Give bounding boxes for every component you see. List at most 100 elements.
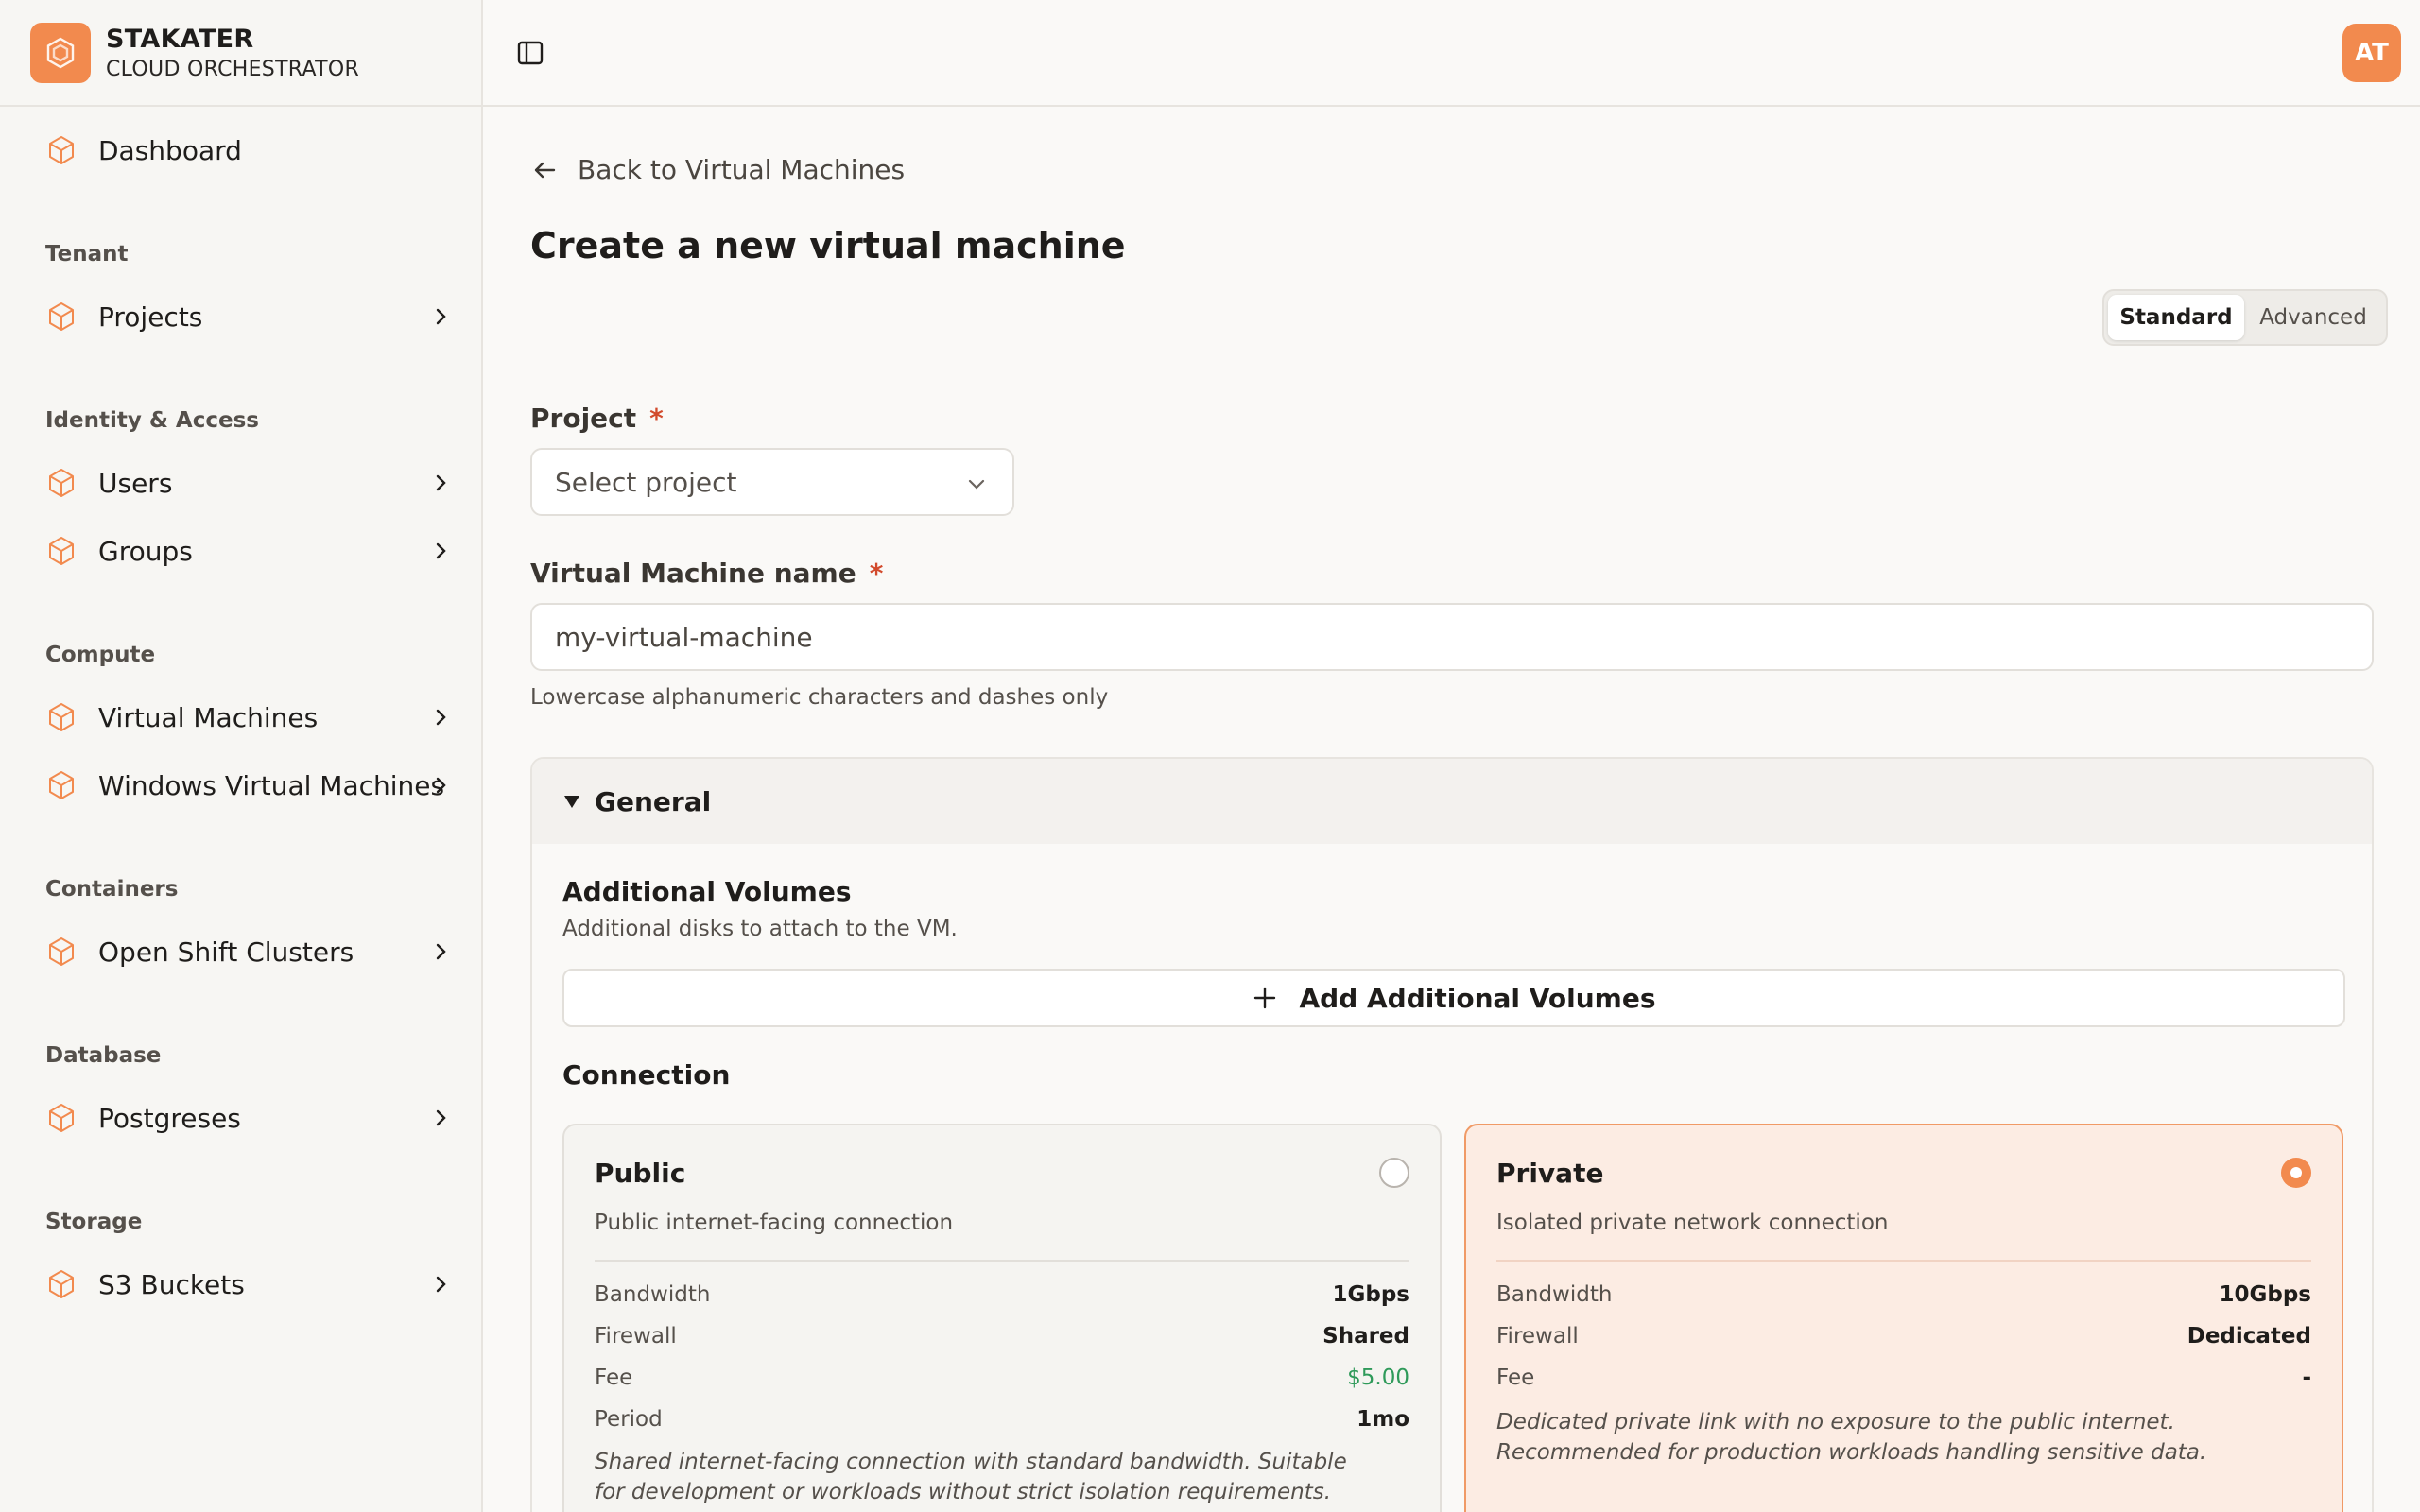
chevron-right-icon [436, 474, 446, 491]
card-description: Isolated private network connection [1496, 1211, 1889, 1235]
sidebar-item-postgreses[interactable]: Postgreses [23, 1091, 469, 1144]
chevron-right-icon [436, 943, 446, 960]
plus-icon [1253, 987, 1275, 1009]
spec-value: Dedicated [2187, 1324, 2311, 1349]
mode-standard-button[interactable]: Standard [2108, 295, 2244, 340]
sidebar-item-label: Dashboard [98, 134, 242, 166]
project-label-text: Project [530, 403, 637, 434]
spec-value: Shared [1322, 1324, 1409, 1349]
sidebar-item-users[interactable]: Users [23, 456, 469, 509]
sidebar-item-label: Groups [98, 535, 193, 567]
spec-row-period: Period 1mo [595, 1405, 1409, 1434]
sidebar-section-identity-access: Identity & Access [45, 408, 259, 433]
sidebar-toggle-icon[interactable] [515, 38, 545, 68]
cube-icon [49, 771, 74, 799]
spec-key: Period [595, 1407, 663, 1432]
additional-volumes-description: Additional disks to attach to the VM. [562, 917, 958, 941]
mode-advanced-button[interactable]: Advanced [2244, 295, 2382, 340]
sidebar-item-label: Virtual Machines [98, 701, 319, 733]
spec-row-fee: Fee $5.00 [595, 1364, 1409, 1392]
sidebar-item-label: Windows Virtual Machines [98, 769, 445, 801]
required-mark: * [869, 558, 884, 589]
radio-public[interactable] [1379, 1158, 1409, 1188]
brand[interactable]: STAKATER CLOUD ORCHESTRATOR [0, 0, 481, 107]
general-panel-title: General [595, 785, 712, 817]
sidebar-item-virtual-machines[interactable]: Virtual Machines [23, 691, 469, 744]
back-link-label: Back to Virtual Machines [578, 154, 906, 185]
sidebar-section-compute: Compute [45, 643, 156, 667]
cube-icon [49, 1104, 74, 1132]
add-volumes-button[interactable]: Add Additional Volumes [562, 969, 2345, 1027]
sidebar-section-containers: Containers [45, 877, 179, 902]
project-label: Project * [530, 403, 664, 434]
spec-value: - [2302, 1366, 2311, 1390]
card-note: Shared internet-facing connection with s… [595, 1450, 1347, 1504]
spec-value: 1mo [1357, 1407, 1409, 1432]
spec-value: 10Gbps [2219, 1282, 2311, 1307]
sidebar-section-storage: Storage [45, 1210, 143, 1234]
spec-key: Fee [1496, 1366, 1535, 1390]
chevron-right-icon [436, 709, 446, 726]
chevron-right-icon [436, 1109, 446, 1126]
general-panel-header[interactable]: General [532, 759, 2372, 844]
sidebar-item-label: Users [98, 467, 173, 499]
main-content: Back to Virtual Machines Create a new vi… [483, 107, 2420, 1512]
sidebar-item-label: Projects [98, 301, 203, 333]
arrow-left-icon [534, 162, 556, 178]
radio-private[interactable] [2281, 1158, 2311, 1188]
spec-row-firewall: Firewall Shared [595, 1322, 1409, 1350]
spec-key: Firewall [1496, 1324, 1579, 1349]
brand-subtitle: CLOUD ORCHESTRATOR [106, 57, 360, 81]
chevron-down-icon [968, 479, 985, 490]
page-title: Create a new virtual machine [530, 225, 1126, 266]
spec-key: Bandwidth [595, 1282, 711, 1307]
add-volumes-label: Add Additional Volumes [1299, 982, 1656, 1014]
sidebar-item-label: S3 Buckets [98, 1268, 245, 1300]
vm-name-hint: Lowercase alphanumeric characters and da… [530, 685, 1109, 710]
spec-row-fee: Fee - [1496, 1364, 2311, 1392]
card-note: Dedicated private link with no exposure … [1496, 1410, 2207, 1465]
connection-option-public[interactable]: Public Public internet-facing connection… [562, 1124, 1442, 1512]
card-title: Private [1496, 1158, 1604, 1189]
avatar[interactable]: AT [2342, 24, 2401, 82]
required-mark: * [649, 403, 664, 434]
card-divider [1496, 1260, 2311, 1262]
cube-icon [49, 937, 74, 966]
card-description: Public internet-facing connection [595, 1211, 954, 1235]
sidebar: STAKATER CLOUD ORCHESTRATOR Dashboard Te… [0, 0, 483, 1512]
cube-icon [49, 136, 74, 164]
topbar: AT [483, 0, 2420, 107]
sidebar-item-windows-virtual-machines[interactable]: Windows Virtual Machines [23, 759, 469, 812]
spec-key: Fee [595, 1366, 633, 1390]
cube-icon [49, 302, 74, 331]
additional-volumes-title: Additional Volumes [562, 876, 852, 907]
spec-value: 1Gbps [1332, 1282, 1410, 1307]
brand-title: STAKATER [106, 24, 254, 54]
spec-row-bandwidth: Bandwidth 10Gbps [1496, 1280, 2311, 1309]
card-title: Public [595, 1158, 686, 1189]
project-select[interactable]: Select project [530, 448, 1014, 516]
sidebar-item-s3-buckets[interactable]: S3 Buckets [23, 1258, 469, 1311]
spec-key: Bandwidth [1496, 1282, 1613, 1307]
sidebar-section-tenant: Tenant [45, 242, 129, 266]
cube-icon [49, 703, 74, 731]
chevron-right-icon [436, 1276, 446, 1293]
cube-icon [49, 537, 74, 565]
general-panel: General Additional Volumes Additional di… [530, 757, 2374, 1512]
chevron-right-icon [436, 308, 446, 325]
cube-icon [49, 469, 74, 497]
sidebar-item-groups[interactable]: Groups [23, 524, 469, 577]
brand-logo-icon [30, 22, 91, 83]
sidebar-item-projects[interactable]: Projects [23, 290, 469, 343]
vm-name-input[interactable] [530, 603, 2374, 671]
mode-switch: Standard Advanced [2102, 289, 2388, 346]
connection-option-private[interactable]: Private Isolated private network connect… [1464, 1124, 2343, 1512]
sidebar-item-label: Open Shift Clusters [98, 936, 354, 968]
spec-row-firewall: Firewall Dedicated [1496, 1322, 2311, 1350]
spec-value: $5.00 [1347, 1366, 1409, 1390]
sidebar-item-open-shift-clusters[interactable]: Open Shift Clusters [23, 925, 469, 978]
spec-row-bandwidth: Bandwidth 1Gbps [595, 1280, 1409, 1309]
chevron-right-icon [436, 542, 446, 559]
sidebar-item-dashboard[interactable]: Dashboard [23, 124, 469, 177]
back-link[interactable]: Back to Virtual Machines [530, 154, 905, 185]
